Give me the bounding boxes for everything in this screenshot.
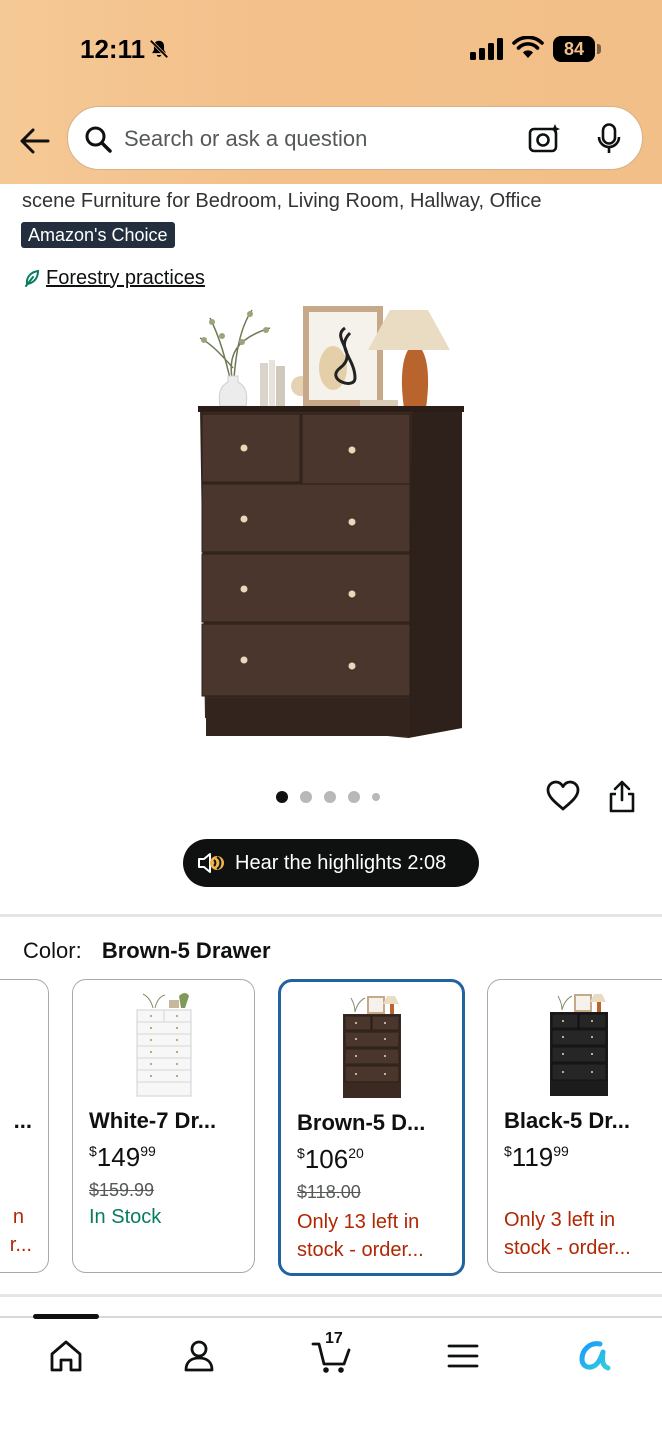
variant-stock: In Stock <box>89 1206 162 1228</box>
section-divider <box>0 914 662 917</box>
battery-level: 84 <box>553 36 595 62</box>
vase-decor <box>199 309 271 407</box>
variant-list-price: $159.99 <box>89 1180 155 1200</box>
section-divider <box>0 1294 662 1297</box>
image-carousel-dots[interactable] <box>276 790 380 804</box>
account-icon[interactable] <box>177 1334 221 1378</box>
share-icon[interactable] <box>608 780 636 814</box>
price-currency: $ <box>504 1143 512 1159</box>
hear-highlights-label: Hear the highlights 2:08 <box>235 851 447 874</box>
leaf-icon <box>25 269 40 287</box>
price-fraction: 99 <box>553 1143 569 1159</box>
variant-name: White-7 Dr... <box>89 1108 217 1133</box>
carousel-dot[interactable] <box>324 791 336 803</box>
color-value: Brown-5 Drawer <box>101 938 271 963</box>
amazons-choice-badge[interactable]: Amazon's Choice <box>21 222 175 248</box>
variant-stock: n <box>12 1206 24 1228</box>
variant-thumbnail <box>136 993 192 1097</box>
forestry-practices-label[interactable]: Forestry practices <box>46 267 205 290</box>
cellular-signal-icon <box>470 38 503 60</box>
variant-thumbnail <box>550 994 608 1096</box>
rufus-icon[interactable] <box>574 1334 618 1378</box>
variant-list-price: $118.00 <box>297 1182 361 1202</box>
variant-stock: r... <box>9 1234 32 1256</box>
bell-muted-icon <box>149 39 169 59</box>
variant-name: ... <box>13 1108 32 1133</box>
price-whole: 119 <box>511 1142 554 1172</box>
hear-highlights-button[interactable]: Hear the highlights 2:08 <box>183 839 479 887</box>
battery-nub <box>597 44 601 54</box>
header: 12:11 84 <box>0 0 662 184</box>
variant-swatch-brown[interactable]: Brown-5 D... $10620 $118.00 Only 13 left… <box>278 979 465 1276</box>
heart-icon[interactable] <box>546 780 580 812</box>
cart-icon[interactable] <box>310 1334 354 1378</box>
variant-stock: Only 3 left in stock - order... <box>504 1206 662 1262</box>
carousel-dot[interactable] <box>348 791 360 803</box>
carousel-dot[interactable] <box>276 791 288 803</box>
variant-price: $10620 <box>297 1144 364 1175</box>
back-arrow-icon[interactable] <box>18 124 52 158</box>
battery-indicator: 84 <box>553 36 601 62</box>
variant-stock: Only 13 left in stock - order... <box>297 1208 457 1264</box>
camera-search-icon[interactable] <box>528 123 562 155</box>
forestry-practices-link[interactable]: Forestry practices <box>24 264 205 292</box>
variant-name: Black-5 Dr... <box>504 1108 630 1133</box>
stock-line: stock - order... <box>297 1239 424 1261</box>
price-currency: $ <box>297 1145 305 1161</box>
status-bar: 12:11 84 <box>0 0 662 100</box>
color-label: Color: <box>23 938 82 963</box>
dresser <box>198 406 464 738</box>
bottom-navigation: 17 <box>0 1314 662 1440</box>
microphone-icon[interactable] <box>596 123 622 155</box>
carousel-dot[interactable] <box>372 793 380 801</box>
home-icon[interactable] <box>44 1334 88 1378</box>
price-fraction: 20 <box>348 1145 364 1161</box>
price-fraction: 99 <box>140 1143 156 1159</box>
product-title[interactable]: scene Furniture for Bedroom, Living Room… <box>22 186 642 220</box>
variant-swatch-white[interactable]: White-7 Dr... $14999 $159.99 In Stock <box>72 979 255 1273</box>
variant-thumbnail <box>343 996 401 1098</box>
price-currency: $ <box>89 1143 97 1159</box>
variant-swatch[interactable]: ... n r... <box>0 979 49 1273</box>
active-tab-indicator <box>33 1314 99 1319</box>
price-whole: 106 <box>304 1144 349 1174</box>
menu-icon[interactable] <box>441 1334 485 1378</box>
variant-swatch-black[interactable]: Black-5 Dr... $11999 Only 3 left in stoc… <box>487 979 662 1273</box>
search-bar[interactable] <box>67 106 643 170</box>
price-whole: 149 <box>96 1142 141 1172</box>
status-time: 12:11 <box>80 34 146 64</box>
carousel-dot[interactable] <box>300 791 312 803</box>
variant-price: $11999 <box>504 1142 569 1173</box>
search-icon <box>85 126 112 153</box>
product-image[interactable] <box>190 298 480 748</box>
variant-name: Brown-5 D... <box>297 1110 426 1135</box>
color-selection: Color: Brown-5 Drawer <box>23 938 271 964</box>
wifi-icon <box>512 36 544 58</box>
speaker-icon <box>198 853 224 873</box>
stock-line: Only 3 left in <box>504 1209 616 1231</box>
search-input[interactable] <box>124 121 514 157</box>
stock-line: stock - order... <box>504 1237 631 1259</box>
book <box>260 363 268 408</box>
variant-price: $14999 <box>89 1142 156 1173</box>
stock-line: Only 13 left in <box>297 1211 420 1233</box>
